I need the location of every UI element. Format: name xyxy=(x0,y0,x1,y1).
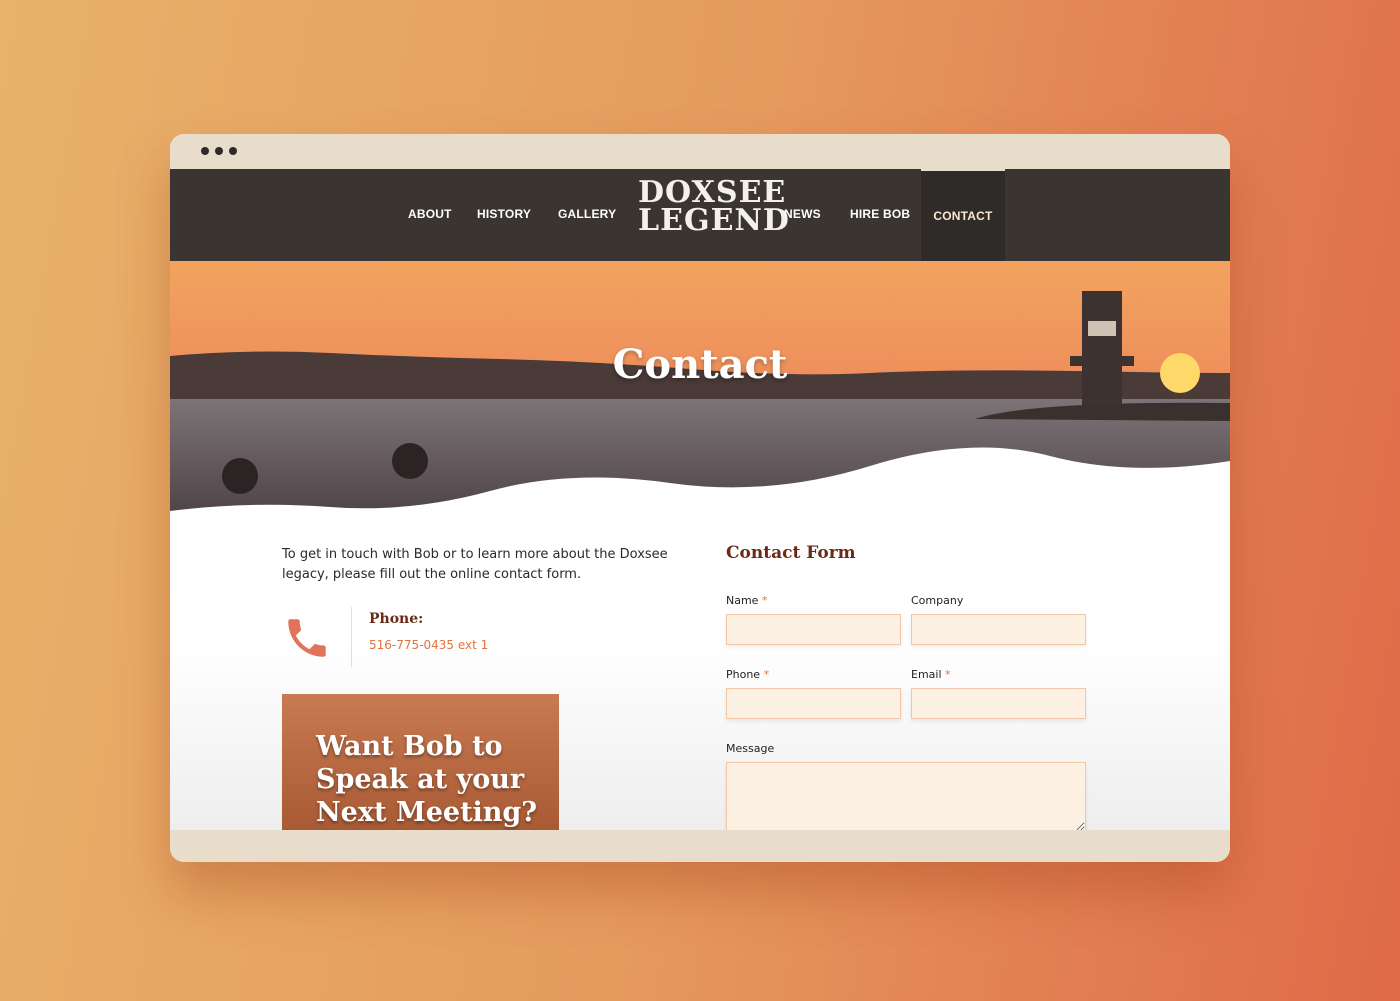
browser-window: ABOUT HISTORY GALLERY DOXSEE LEGEND NEWS… xyxy=(170,134,1230,862)
window-dot xyxy=(201,147,209,155)
phone-input[interactable] xyxy=(726,688,901,719)
site-logo[interactable]: DOXSEE LEGEND xyxy=(638,178,790,238)
promo-text: Want Bob to Speak at your Next Meeting? xyxy=(316,731,538,828)
browser-titlebar xyxy=(170,134,1230,169)
nav-hire-bob[interactable]: HIRE BOB xyxy=(850,207,910,221)
message-textarea[interactable] xyxy=(726,762,1086,832)
hero-image xyxy=(170,261,1230,515)
contact-form-title: Contact Form xyxy=(726,543,856,563)
speaking-promo-card[interactable]: Want Bob to Speak at your Next Meeting? xyxy=(282,694,559,830)
name-label: Name * xyxy=(726,594,768,607)
window-dot xyxy=(215,147,223,155)
nav-news[interactable]: NEWS xyxy=(784,207,821,221)
nav-about[interactable]: ABOUT xyxy=(408,207,452,221)
divider xyxy=(351,607,352,667)
phone-field-label: Phone * xyxy=(726,668,770,681)
page-title: Contact xyxy=(612,341,788,388)
phone-number-link[interactable]: 516-775-0435 ext 1 xyxy=(369,638,488,652)
email-label: Email * xyxy=(911,668,951,681)
company-label: Company xyxy=(911,594,964,607)
nav-gallery[interactable]: GALLERY xyxy=(558,207,616,221)
nav-history[interactable]: HISTORY xyxy=(477,207,531,221)
window-dot xyxy=(229,147,237,155)
name-input[interactable] xyxy=(726,614,901,645)
browser-bottom-bar xyxy=(170,830,1230,862)
phone-label: Phone: xyxy=(369,611,424,627)
company-input[interactable] xyxy=(911,614,1086,645)
logo-line: LEGEND xyxy=(638,203,790,238)
hero-banner: Contact xyxy=(170,261,1230,515)
message-label: Message xyxy=(726,742,775,755)
main-content: To get in touch with Bob or to learn mor… xyxy=(170,515,1230,832)
nav-contact[interactable]: CONTACT xyxy=(921,209,1005,223)
site-nav: ABOUT HISTORY GALLERY DOXSEE LEGEND NEWS… xyxy=(170,169,1230,261)
phone-icon xyxy=(282,613,332,667)
email-input[interactable] xyxy=(911,688,1086,719)
nav-contact-active: CONTACT xyxy=(921,169,1005,261)
intro-text: To get in touch with Bob or to learn mor… xyxy=(282,547,668,582)
